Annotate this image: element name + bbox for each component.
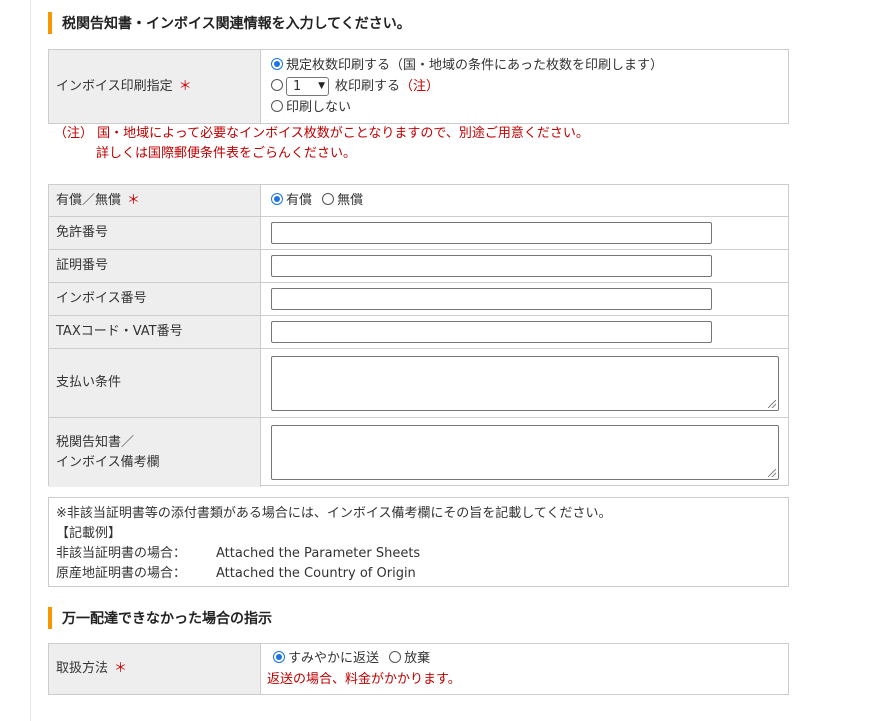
radio-no-print[interactable] bbox=[271, 100, 283, 112]
invoice-print-label: インボイス印刷指定＊ bbox=[49, 50, 261, 123]
tax-code-label: TAXコード・VAT番号 bbox=[49, 316, 261, 348]
section-heading-undeliverable: 万一配達できなかった場合の指示 bbox=[48, 606, 272, 630]
payment-label: 支払い条件 bbox=[49, 349, 261, 417]
remarks-label: 税関告知書／ インボイス備考欄 bbox=[49, 418, 261, 487]
license-label: 免許番号 bbox=[49, 217, 261, 249]
handling-table: 取扱方法＊ すみやかに返送 放棄 返送の場合、料金がかかります。 bbox=[48, 643, 789, 695]
payment-row: 支払い条件 bbox=[49, 349, 788, 418]
invoice-details-table: 有償／無償＊ 有償 無償 免許番号 証明番号 インボイス番号 TAXコード・VA… bbox=[48, 184, 789, 487]
payment-terms-textarea[interactable] bbox=[271, 355, 779, 411]
certificate-label: 証明番号 bbox=[49, 250, 261, 282]
section-heading-customs: 税関告知書・インボイス関連情報を入力してください。 bbox=[48, 11, 411, 35]
radio-default-count[interactable] bbox=[271, 58, 283, 70]
radio-custom-count[interactable] bbox=[271, 79, 283, 91]
invoice-number-label: インボイス番号 bbox=[49, 283, 261, 315]
count-select[interactable]: 1 ▼ bbox=[286, 77, 329, 96]
remarks-textarea[interactable] bbox=[271, 425, 779, 480]
tax-code-row: TAXコード・VAT番号 bbox=[49, 316, 788, 349]
radio-abandon[interactable] bbox=[389, 651, 402, 663]
certificate-number-input[interactable] bbox=[271, 255, 712, 277]
tax-code-input[interactable] bbox=[271, 321, 712, 343]
section-title: 万一配達できなかった場合の指示 bbox=[62, 611, 272, 627]
section-title: 税関告知書・インボイス関連情報を入力してください。 bbox=[62, 16, 411, 32]
option-default-count[interactable]: 規定枚数印刷する（国・地域の条件にあった枚数を印刷します） bbox=[271, 55, 788, 76]
paid-row: 有償／無償＊ 有償 無償 bbox=[49, 185, 788, 217]
license-row: 免許番号 bbox=[49, 217, 788, 250]
radio-paid[interactable] bbox=[271, 193, 283, 205]
required-mark: ＊ bbox=[114, 661, 128, 676]
remarks-info-box: ※非該当証明書等の添付書類がある場合には、インボイス備考欄にその旨を記載してくだ… bbox=[48, 497, 789, 587]
invoice-print-options: 規定枚数印刷する（国・地域の条件にあった枚数を印刷します） 1 ▼ 枚印刷する（注）… bbox=[261, 50, 788, 123]
handling-note: 返送の場合、料金がかかります。 bbox=[267, 672, 461, 687]
invoice-print-table: インボイス印刷指定＊ 規定枚数印刷する（国・地域の条件にあった枚数を印刷します）… bbox=[48, 49, 789, 124]
invoice-number-input[interactable] bbox=[271, 288, 712, 310]
required-mark: ＊ bbox=[127, 192, 141, 208]
certificate-row: 証明番号 bbox=[49, 250, 788, 283]
invoice-print-row: インボイス印刷指定＊ 規定枚数印刷する（国・地域の条件にあった枚数を印刷します）… bbox=[49, 50, 788, 123]
remarks-row: 税関告知書／ インボイス備考欄 bbox=[49, 418, 788, 487]
required-mark: ＊ bbox=[178, 78, 192, 94]
handling-row: 取扱方法＊ すみやかに返送 放棄 返送の場合、料金がかかります。 bbox=[49, 644, 788, 694]
invoice-number-row: インボイス番号 bbox=[49, 283, 788, 316]
chevron-down-icon: ▼ bbox=[318, 81, 325, 91]
option-no-print[interactable]: 印刷しない bbox=[271, 97, 788, 118]
option-note-mark: （注） bbox=[400, 79, 440, 94]
page-left-border bbox=[30, 0, 31, 721]
option-custom-count[interactable]: 1 ▼ 枚印刷する（注） bbox=[271, 76, 788, 97]
accent-bar bbox=[48, 12, 52, 34]
radio-return[interactable] bbox=[273, 651, 285, 663]
invoice-note: （注） 国・地域によって必要なインボイス枚数がことなりますので、別途ご用意くださ… bbox=[54, 126, 589, 161]
accent-bar bbox=[48, 607, 52, 629]
license-number-input[interactable] bbox=[271, 222, 712, 244]
radio-free[interactable] bbox=[322, 193, 335, 205]
